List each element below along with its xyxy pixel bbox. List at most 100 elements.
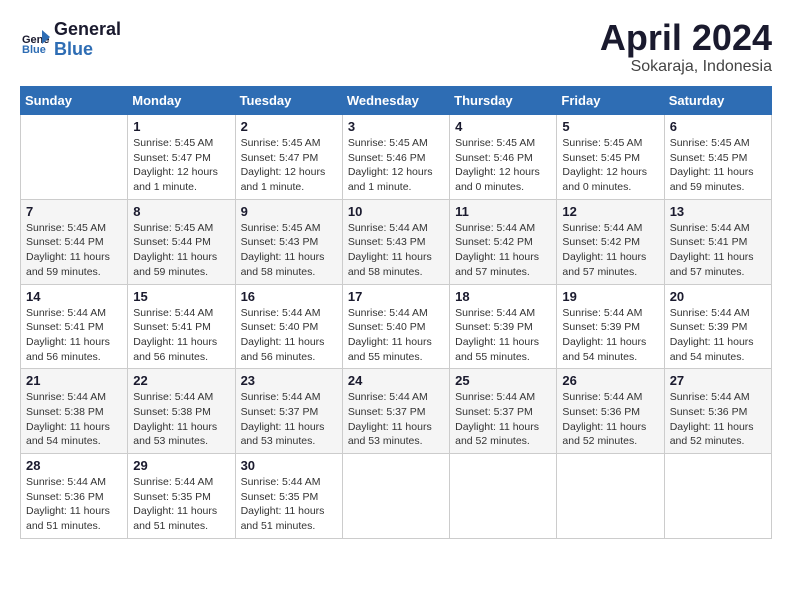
calendar-cell: 6 Sunrise: 5:45 AMSunset: 5:45 PMDaylight… <box>664 115 771 200</box>
day-number: 22 <box>133 373 229 388</box>
day-number: 11 <box>455 204 551 219</box>
day-number: 30 <box>241 458 337 473</box>
calendar-cell: 16 Sunrise: 5:44 AMSunset: 5:40 PMDayligh… <box>235 284 342 369</box>
day-number: 3 <box>348 119 444 134</box>
day-info: Sunrise: 5:45 AMSunset: 5:45 PMDaylight:… <box>562 136 658 195</box>
day-number: 24 <box>348 373 444 388</box>
day-info: Sunrise: 5:45 AMSunset: 5:46 PMDaylight:… <box>455 136 551 195</box>
day-number: 13 <box>670 204 766 219</box>
day-info: Sunrise: 5:44 AMSunset: 5:39 PMDaylight:… <box>670 306 766 365</box>
calendar-cell: 9Sunrise: 5:45 AMSunset: 5:43 PMDaylight… <box>235 199 342 284</box>
weekday-header-sunday: Sunday <box>21 87 128 115</box>
calendar-cell: 24 Sunrise: 5:44 AMSunset: 5:37 PMDayligh… <box>342 369 449 454</box>
calendar-week-3: 14 Sunrise: 5:44 AMSunset: 5:41 PMDayligh… <box>21 284 772 369</box>
calendar-cell <box>557 454 664 539</box>
day-number: 21 <box>26 373 122 388</box>
day-number: 28 <box>26 458 122 473</box>
calendar-cell: 5 Sunrise: 5:45 AMSunset: 5:45 PMDaylight… <box>557 115 664 200</box>
calendar-cell: 3 Sunrise: 5:45 AMSunset: 5:46 PMDaylight… <box>342 115 449 200</box>
day-number: 16 <box>241 289 337 304</box>
location: Sokaraja, Indonesia <box>600 58 772 76</box>
logo-text: General Blue <box>54 20 121 60</box>
day-number: 23 <box>241 373 337 388</box>
day-info: Sunrise: 5:45 AMSunset: 5:44 PMDaylight:… <box>133 221 229 280</box>
calendar-cell: 20 Sunrise: 5:44 AMSunset: 5:39 PMDayligh… <box>664 284 771 369</box>
day-number: 17 <box>348 289 444 304</box>
calendar-cell: 30 Sunrise: 5:44 AMSunset: 5:35 PMDayligh… <box>235 454 342 539</box>
day-info: Sunrise: 5:45 AMSunset: 5:44 PMDaylight:… <box>26 221 122 280</box>
calendar-cell: 25 Sunrise: 5:44 AMSunset: 5:37 PMDayligh… <box>450 369 557 454</box>
calendar-cell: 11 Sunrise: 5:44 AMSunset: 5:42 PMDayligh… <box>450 199 557 284</box>
day-info: Sunrise: 5:44 AMSunset: 5:37 PMDaylight:… <box>241 390 337 449</box>
day-info: Sunrise: 5:44 AMSunset: 5:36 PMDaylight:… <box>670 390 766 449</box>
day-info: Sunrise: 5:44 AMSunset: 5:40 PMDaylight:… <box>348 306 444 365</box>
day-info: Sunrise: 5:44 AMSunset: 5:39 PMDaylight:… <box>562 306 658 365</box>
calendar-cell <box>21 115 128 200</box>
calendar-cell: 12 Sunrise: 5:44 AMSunset: 5:42 PMDayligh… <box>557 199 664 284</box>
day-number: 15 <box>133 289 229 304</box>
day-number: 9 <box>241 204 337 219</box>
weekday-header-friday: Friday <box>557 87 664 115</box>
calendar-cell: 28 Sunrise: 5:44 AMSunset: 5:36 PMDayligh… <box>21 454 128 539</box>
svg-text:Blue: Blue <box>22 44 46 55</box>
calendar-cell: 22Sunrise: 5:44 AMSunset: 5:38 PMDayligh… <box>128 369 235 454</box>
day-number: 27 <box>670 373 766 388</box>
day-info: Sunrise: 5:44 AMSunset: 5:35 PMDaylight:… <box>241 475 337 534</box>
calendar-cell <box>342 454 449 539</box>
day-number: 2 <box>241 119 337 134</box>
day-number: 25 <box>455 373 551 388</box>
day-info: Sunrise: 5:44 AMSunset: 5:37 PMDaylight:… <box>455 390 551 449</box>
day-info: Sunrise: 5:45 AMSunset: 5:47 PMDaylight:… <box>241 136 337 195</box>
calendar-table: SundayMondayTuesdayWednesdayThursdayFrid… <box>20 86 772 539</box>
day-number: 8 <box>133 204 229 219</box>
day-number: 20 <box>670 289 766 304</box>
calendar-cell: 17 Sunrise: 5:44 AMSunset: 5:40 PMDayligh… <box>342 284 449 369</box>
day-info: Sunrise: 5:44 AMSunset: 5:41 PMDaylight:… <box>133 306 229 365</box>
calendar-cell <box>664 454 771 539</box>
day-number: 18 <box>455 289 551 304</box>
day-info: Sunrise: 5:45 AMSunset: 5:46 PMDaylight:… <box>348 136 444 195</box>
calendar-cell: 18 Sunrise: 5:44 AMSunset: 5:39 PMDayligh… <box>450 284 557 369</box>
day-number: 12 <box>562 204 658 219</box>
calendar-cell: 27 Sunrise: 5:44 AMSunset: 5:36 PMDayligh… <box>664 369 771 454</box>
day-number: 14 <box>26 289 122 304</box>
day-number: 6 <box>670 119 766 134</box>
calendar-cell: 8 Sunrise: 5:45 AMSunset: 5:44 PMDaylight… <box>128 199 235 284</box>
day-info: Sunrise: 5:44 AMSunset: 5:43 PMDaylight:… <box>348 221 444 280</box>
calendar-week-1: 1 Sunrise: 5:45 AMSunset: 5:47 PMDaylight… <box>21 115 772 200</box>
day-info: Sunrise: 5:44 AMSunset: 5:35 PMDaylight:… <box>133 475 229 534</box>
calendar-cell: 21Sunrise: 5:44 AMSunset: 5:38 PMDayligh… <box>21 369 128 454</box>
weekday-header-saturday: Saturday <box>664 87 771 115</box>
weekday-header-monday: Monday <box>128 87 235 115</box>
calendar-cell: 13 Sunrise: 5:44 AMSunset: 5:41 PMDayligh… <box>664 199 771 284</box>
day-info: Sunrise: 5:44 AMSunset: 5:40 PMDaylight:… <box>241 306 337 365</box>
day-info: Sunrise: 5:45 AMSunset: 5:45 PMDaylight:… <box>670 136 766 195</box>
calendar-cell: 29Sunrise: 5:44 AMSunset: 5:35 PMDayligh… <box>128 454 235 539</box>
day-info: Sunrise: 5:44 AMSunset: 5:42 PMDaylight:… <box>455 221 551 280</box>
day-info: Sunrise: 5:44 AMSunset: 5:42 PMDaylight:… <box>562 221 658 280</box>
day-number: 1 <box>133 119 229 134</box>
day-number: 7 <box>26 204 122 219</box>
calendar-cell: 4 Sunrise: 5:45 AMSunset: 5:46 PMDaylight… <box>450 115 557 200</box>
day-info: Sunrise: 5:44 AMSunset: 5:41 PMDaylight:… <box>670 221 766 280</box>
weekday-header-wednesday: Wednesday <box>342 87 449 115</box>
calendar-week-5: 28 Sunrise: 5:44 AMSunset: 5:36 PMDayligh… <box>21 454 772 539</box>
day-info: Sunrise: 5:44 AMSunset: 5:39 PMDaylight:… <box>455 306 551 365</box>
calendar-cell: 7 Sunrise: 5:45 AMSunset: 5:44 PMDaylight… <box>21 199 128 284</box>
calendar-cell: 2 Sunrise: 5:45 AMSunset: 5:47 PMDaylight… <box>235 115 342 200</box>
day-info: Sunrise: 5:45 AMSunset: 5:47 PMDaylight:… <box>133 136 229 195</box>
day-info: Sunrise: 5:44 AMSunset: 5:36 PMDaylight:… <box>26 475 122 534</box>
logo: General Blue General Blue <box>20 20 121 60</box>
logo-general-text: General <box>54 20 121 40</box>
calendar-header-row: SundayMondayTuesdayWednesdayThursdayFrid… <box>21 87 772 115</box>
calendar-week-4: 21Sunrise: 5:44 AMSunset: 5:38 PMDayligh… <box>21 369 772 454</box>
day-number: 10 <box>348 204 444 219</box>
day-info: Sunrise: 5:44 AMSunset: 5:37 PMDaylight:… <box>348 390 444 449</box>
day-number: 19 <box>562 289 658 304</box>
calendar-cell <box>450 454 557 539</box>
logo-blue-text: Blue <box>54 40 121 60</box>
calendar-cell: 14Sunrise: 5:44 AMSunset: 5:41 PMDayligh… <box>21 284 128 369</box>
calendar-week-2: 7 Sunrise: 5:45 AMSunset: 5:44 PMDaylight… <box>21 199 772 284</box>
day-number: 5 <box>562 119 658 134</box>
day-number: 4 <box>455 119 551 134</box>
